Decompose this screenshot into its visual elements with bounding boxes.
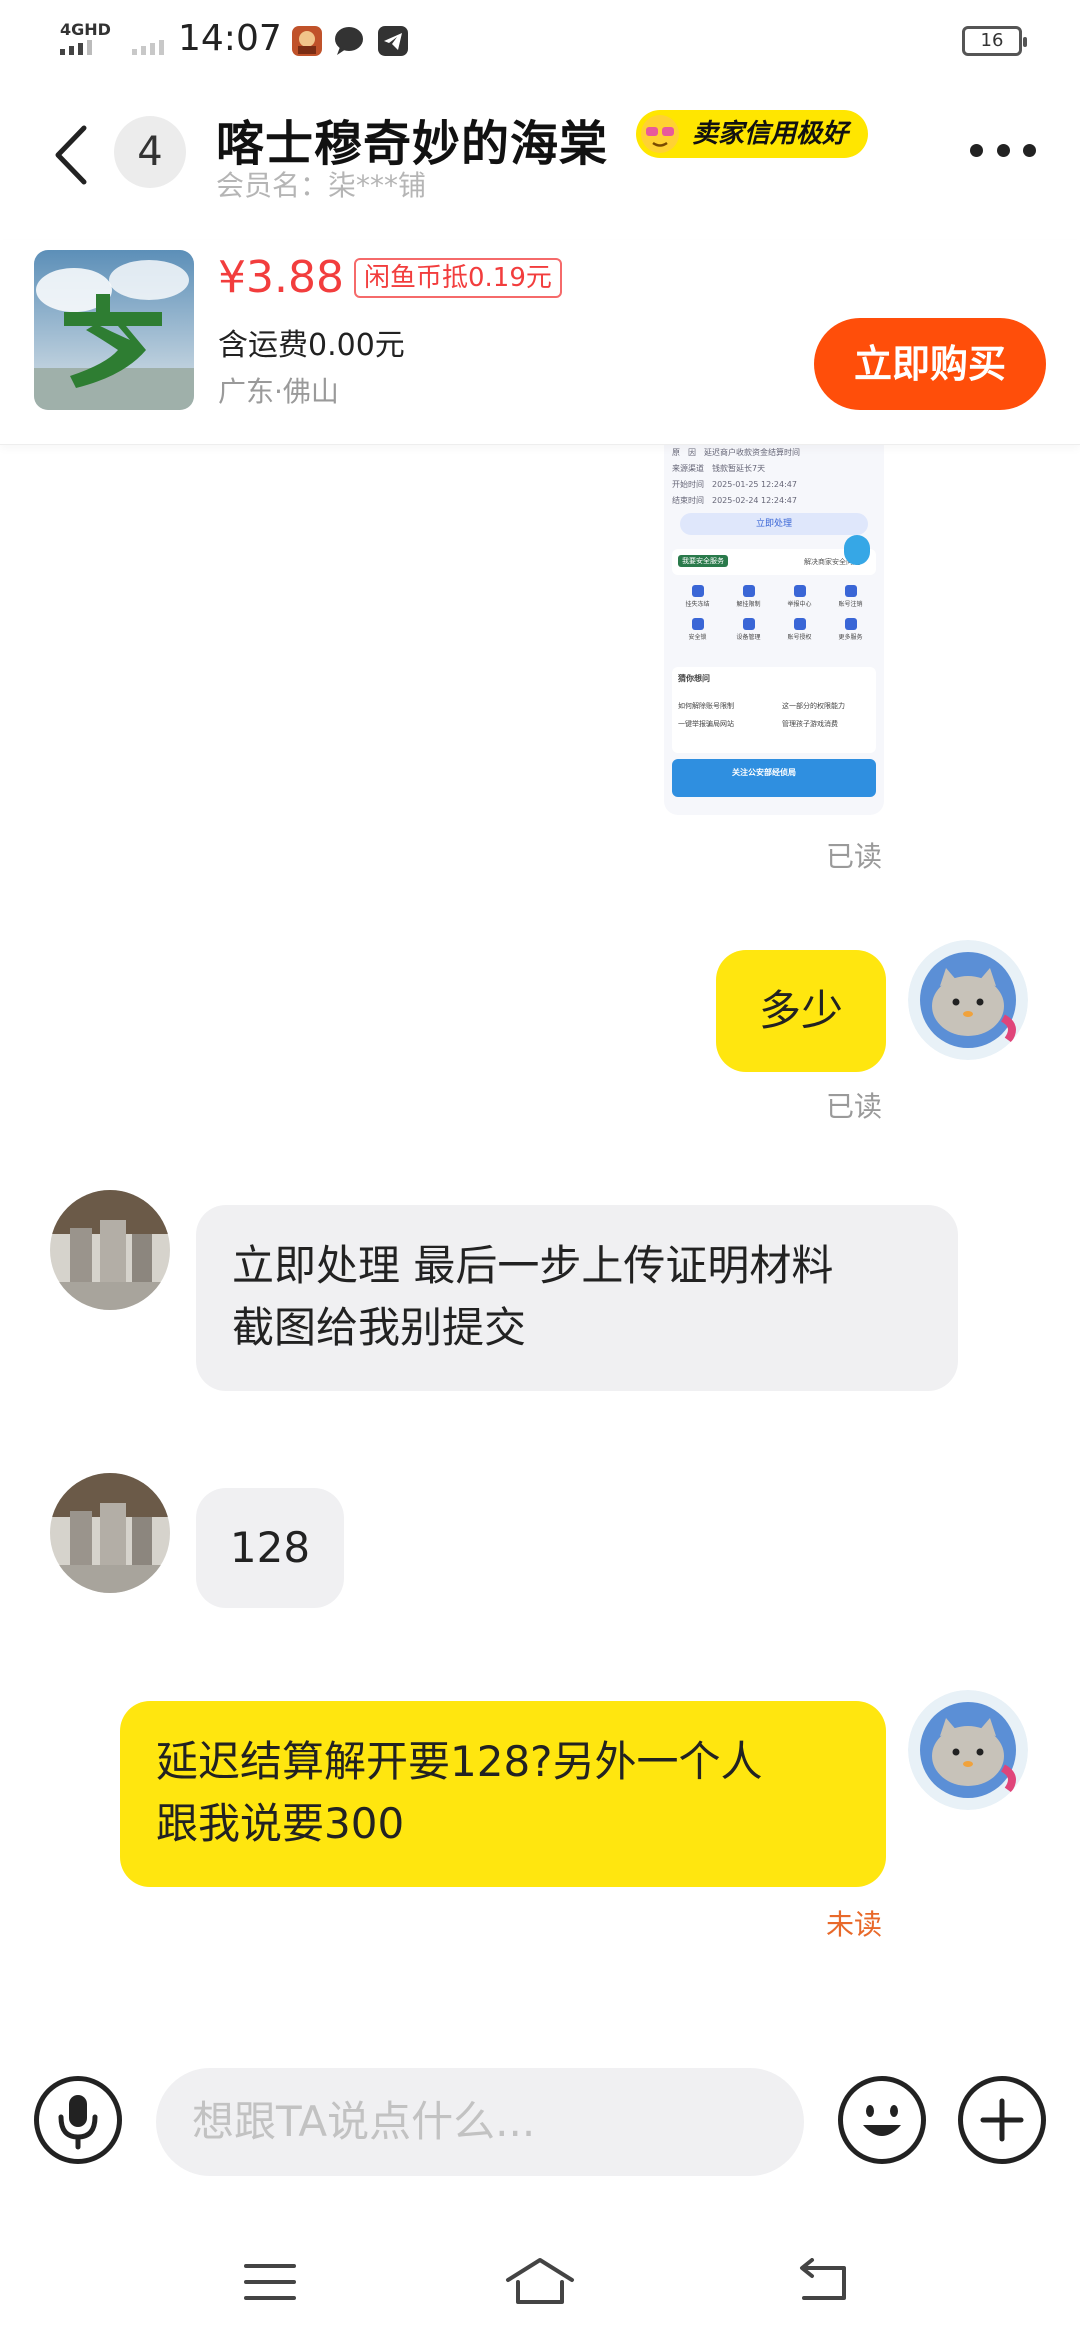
cool-face-icon xyxy=(641,115,679,153)
input-bar: 想跟TA说点什么... xyxy=(0,2060,1080,2190)
seller-avatar[interactable] xyxy=(50,1473,170,1593)
seller-credit-badge[interactable]: 卖家信用极好 xyxy=(636,110,869,158)
chat-bubble-icon xyxy=(335,27,363,55)
product-price: ¥3.88 xyxy=(218,252,344,303)
message-bubble[interactable]: 多少 xyxy=(716,950,886,1072)
message-line: 延迟结算解开要128?另外一个人 xyxy=(156,1737,763,1786)
plus-button[interactable] xyxy=(958,2076,1046,2164)
microphone-icon xyxy=(58,2095,98,2150)
battery-indicator: 16 xyxy=(962,26,1027,56)
member-name: 会员名：柒***铺 xyxy=(216,169,427,202)
seller-credit-text: 卖家信用极好 xyxy=(692,119,849,149)
message-input[interactable]: 想跟TA说点什么... xyxy=(156,2068,804,2176)
system-nav-bar xyxy=(0,2230,1080,2340)
voice-button[interactable] xyxy=(34,2076,122,2164)
unread-status: 未读 xyxy=(826,1908,883,1941)
my-avatar[interactable] xyxy=(908,1690,1028,1810)
back-icon[interactable] xyxy=(48,120,98,190)
shipping-fee: 含运费0.00元 xyxy=(218,328,405,363)
status-bar: 4GHD 14:07 16 xyxy=(0,0,1080,80)
message-line: 跟我说要300 xyxy=(156,1799,405,1848)
product-location: 广东·佛山 xyxy=(218,375,339,408)
read-status: 已读 xyxy=(826,1090,883,1123)
emoji-button[interactable] xyxy=(838,2076,926,2164)
message-line: 截图给我别提交 xyxy=(232,1303,527,1352)
network-type: 4GHD xyxy=(60,20,111,39)
read-status: 已读 xyxy=(826,840,883,873)
signal-icon xyxy=(60,40,92,55)
game-app-icon xyxy=(292,26,322,56)
message-line: 立即处理 最后一步上传证明材料 xyxy=(232,1241,834,1290)
my-avatar[interactable] xyxy=(908,940,1028,1060)
menu-icon[interactable] xyxy=(242,2260,298,2304)
product-image[interactable] xyxy=(34,250,194,410)
emoji-icon xyxy=(863,2105,901,2136)
signal-2-icon xyxy=(132,40,164,55)
coin-discount-tag: 闲鱼币抵0.19元 xyxy=(354,258,562,298)
back-nav-icon[interactable] xyxy=(794,2258,854,2304)
shared-screenshot-image[interactable]: 原 因延迟商户收款资金结算时间 来源渠道 钱款暂延长7天 开始时间 2025-01-… xyxy=(664,445,884,815)
seller-avatar[interactable] xyxy=(50,1190,170,1310)
unread-count-badge[interactable]: 4 xyxy=(114,116,186,188)
telegram-icon xyxy=(378,26,408,56)
product-card[interactable]: ¥3.88 闲鱼币抵0.19元 含运费0.00元 广东·佛山 立即购买 xyxy=(0,240,1080,445)
more-icon[interactable] xyxy=(970,140,1036,160)
chat-area: 原 因延迟商户收款资金结算时间 来源渠道 钱款暂延长7天 开始时间 2025-01-… xyxy=(0,445,1080,2045)
buy-now-button[interactable]: 立即购买 xyxy=(814,318,1046,410)
screenshot-action-label: 立即处理 xyxy=(680,513,868,535)
clock: 14:07 xyxy=(178,18,282,59)
plus-icon xyxy=(980,2098,1024,2142)
message-bubble[interactable]: 延迟结算解开要128?另外一个人 跟我说要300 xyxy=(120,1701,886,1887)
message-bubble[interactable]: 立即处理 最后一步上传证明材料 截图给我别提交 xyxy=(196,1205,958,1391)
message-bubble[interactable]: 128 xyxy=(196,1488,344,1608)
home-icon[interactable] xyxy=(504,2256,576,2306)
chat-header: 4 喀士穆奇妙的海棠 卖家信用极好 会员名：柒***铺 xyxy=(0,80,1080,240)
